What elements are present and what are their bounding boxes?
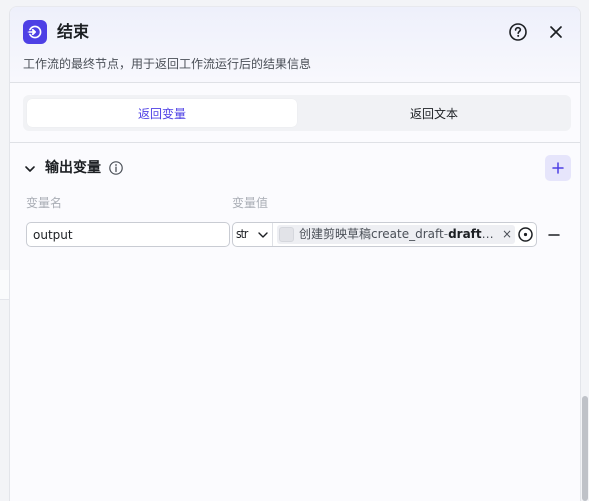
node-title: 结束 bbox=[57, 22, 90, 41]
column-label-variable-name: 变量名 bbox=[26, 196, 63, 210]
remove-reference-icon[interactable]: × bbox=[501, 227, 513, 242]
plus-icon bbox=[552, 162, 564, 174]
close-icon[interactable] bbox=[545, 21, 567, 43]
variable-value-field: str 创建剪映草稿create_draft-draft... × bbox=[232, 222, 537, 247]
reference-node-name: 创建剪映草稿create_draft bbox=[299, 227, 444, 241]
end-node-panel: 结束 工作流的最终节点，用于返回工作流运行后的结果信息 返回变量 返回文本 输出… bbox=[9, 6, 581, 501]
help-circle-icon[interactable] bbox=[507, 21, 529, 43]
variable-picker-icon[interactable] bbox=[517, 226, 534, 243]
remove-variable-button[interactable] bbox=[545, 226, 563, 244]
variable-type-select[interactable]: str bbox=[233, 223, 273, 246]
variable-reference-tag[interactable]: 创建剪映草稿create_draft-draft... × bbox=[277, 225, 515, 244]
scrollbar-thumb[interactable] bbox=[582, 396, 588, 501]
add-variable-button[interactable] bbox=[545, 155, 571, 181]
variable-name-input[interactable] bbox=[26, 222, 230, 247]
panel-header: 结束 工作流的最终节点，用于返回工作流运行后的结果信息 bbox=[10, 7, 580, 83]
output-variables-header: 输出变量 bbox=[23, 155, 571, 181]
tab-return-text[interactable]: 返回文本 bbox=[299, 99, 569, 127]
section-divider bbox=[10, 142, 580, 143]
reference-path: 创建剪映草稿create_draft-draft... bbox=[299, 227, 495, 242]
output-variables-title: 输出变量 bbox=[45, 160, 101, 176]
chevron-down-icon bbox=[258, 232, 268, 238]
output-mode-tabs: 返回变量 返回文本 bbox=[23, 95, 571, 131]
reference-field-name: draft... bbox=[448, 227, 495, 241]
node-description: 工作流的最终节点，用于返回工作流运行后的结果信息 bbox=[23, 57, 312, 71]
collapse-chevron-icon[interactable] bbox=[23, 161, 37, 175]
tab-return-variables[interactable]: 返回变量 bbox=[27, 99, 297, 127]
referenced-node-icon bbox=[279, 227, 294, 242]
column-label-variable-value: 变量值 bbox=[232, 196, 269, 210]
info-icon[interactable] bbox=[108, 160, 124, 176]
minus-icon bbox=[548, 234, 560, 236]
variable-type-value: str bbox=[236, 227, 248, 241]
end-node-icon bbox=[23, 20, 47, 44]
